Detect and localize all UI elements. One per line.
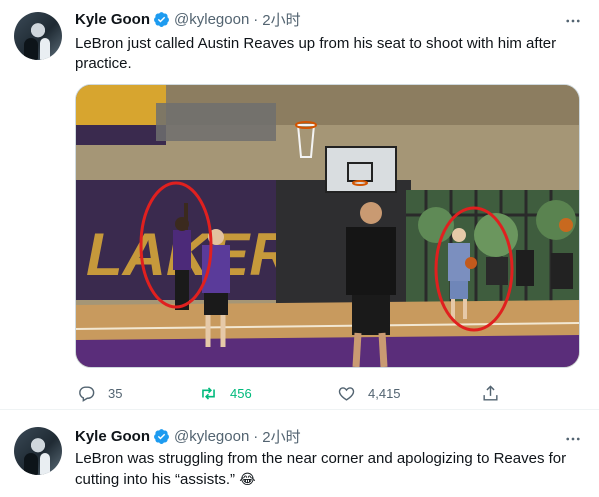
verified-badge-icon — [154, 11, 169, 27]
verified-badge-icon — [154, 428, 169, 444]
author-name[interactable]: Kyle Goon — [75, 11, 150, 28]
timestamp[interactable]: 2小时 — [262, 426, 300, 447]
more-options-icon[interactable] — [563, 12, 583, 32]
avatar[interactable] — [14, 12, 62, 60]
avatar-figure — [40, 38, 50, 60]
tweet[interactable]: Kyle Goon @kylegoon · 2小时 LeBron just ca… — [0, 0, 599, 410]
author-name[interactable]: Kyle Goon — [75, 428, 150, 445]
practice-court-photo: LAKERS — [76, 85, 579, 367]
avatar-figure — [24, 453, 38, 475]
tweet-text: LeBron was struggling from the near corn… — [75, 449, 580, 490]
reply-button[interactable]: 35 — [77, 384, 122, 403]
separator-dot: · — [253, 10, 259, 28]
avatar-figure — [24, 38, 38, 60]
separator-dot: · — [253, 427, 259, 445]
like-icon — [338, 386, 355, 401]
avatar[interactable] — [14, 427, 62, 475]
retweet-icon — [202, 386, 215, 400]
avatar-figure — [40, 453, 50, 475]
share-button[interactable] — [481, 384, 500, 403]
share-icon — [483, 384, 498, 401]
like-button[interactable]: 4,415 — [337, 384, 401, 403]
tweet-divider — [0, 409, 599, 410]
timestamp[interactable]: 2小时 — [262, 9, 300, 30]
tweet-header: Kyle Goon @kylegoon · 2小时 — [75, 9, 301, 29]
tweet-text-body: LeBron was struggling from the near corn… — [75, 450, 567, 488]
reply-icon — [79, 385, 95, 402]
more-options-icon[interactable] — [563, 430, 583, 450]
tweet-actions: 35 456 4,415 — [75, 379, 515, 407]
like-count: 4,415 — [368, 385, 401, 401]
author-handle[interactable]: @kylegoon — [174, 11, 249, 28]
retweet-count: 456 — [230, 385, 252, 401]
retweet-button[interactable]: 456 — [199, 384, 252, 403]
author-handle[interactable]: @kylegoon — [174, 428, 249, 445]
tweet-header: Kyle Goon @kylegoon · 2小时 — [75, 426, 301, 446]
laughing-emoji: 😂 — [239, 471, 256, 487]
tweet-media-image[interactable]: LAKERS — [75, 84, 580, 368]
tweet-text: LeBron just called Austin Reaves up from… — [75, 35, 557, 72]
reply-count: 35 — [108, 385, 123, 401]
